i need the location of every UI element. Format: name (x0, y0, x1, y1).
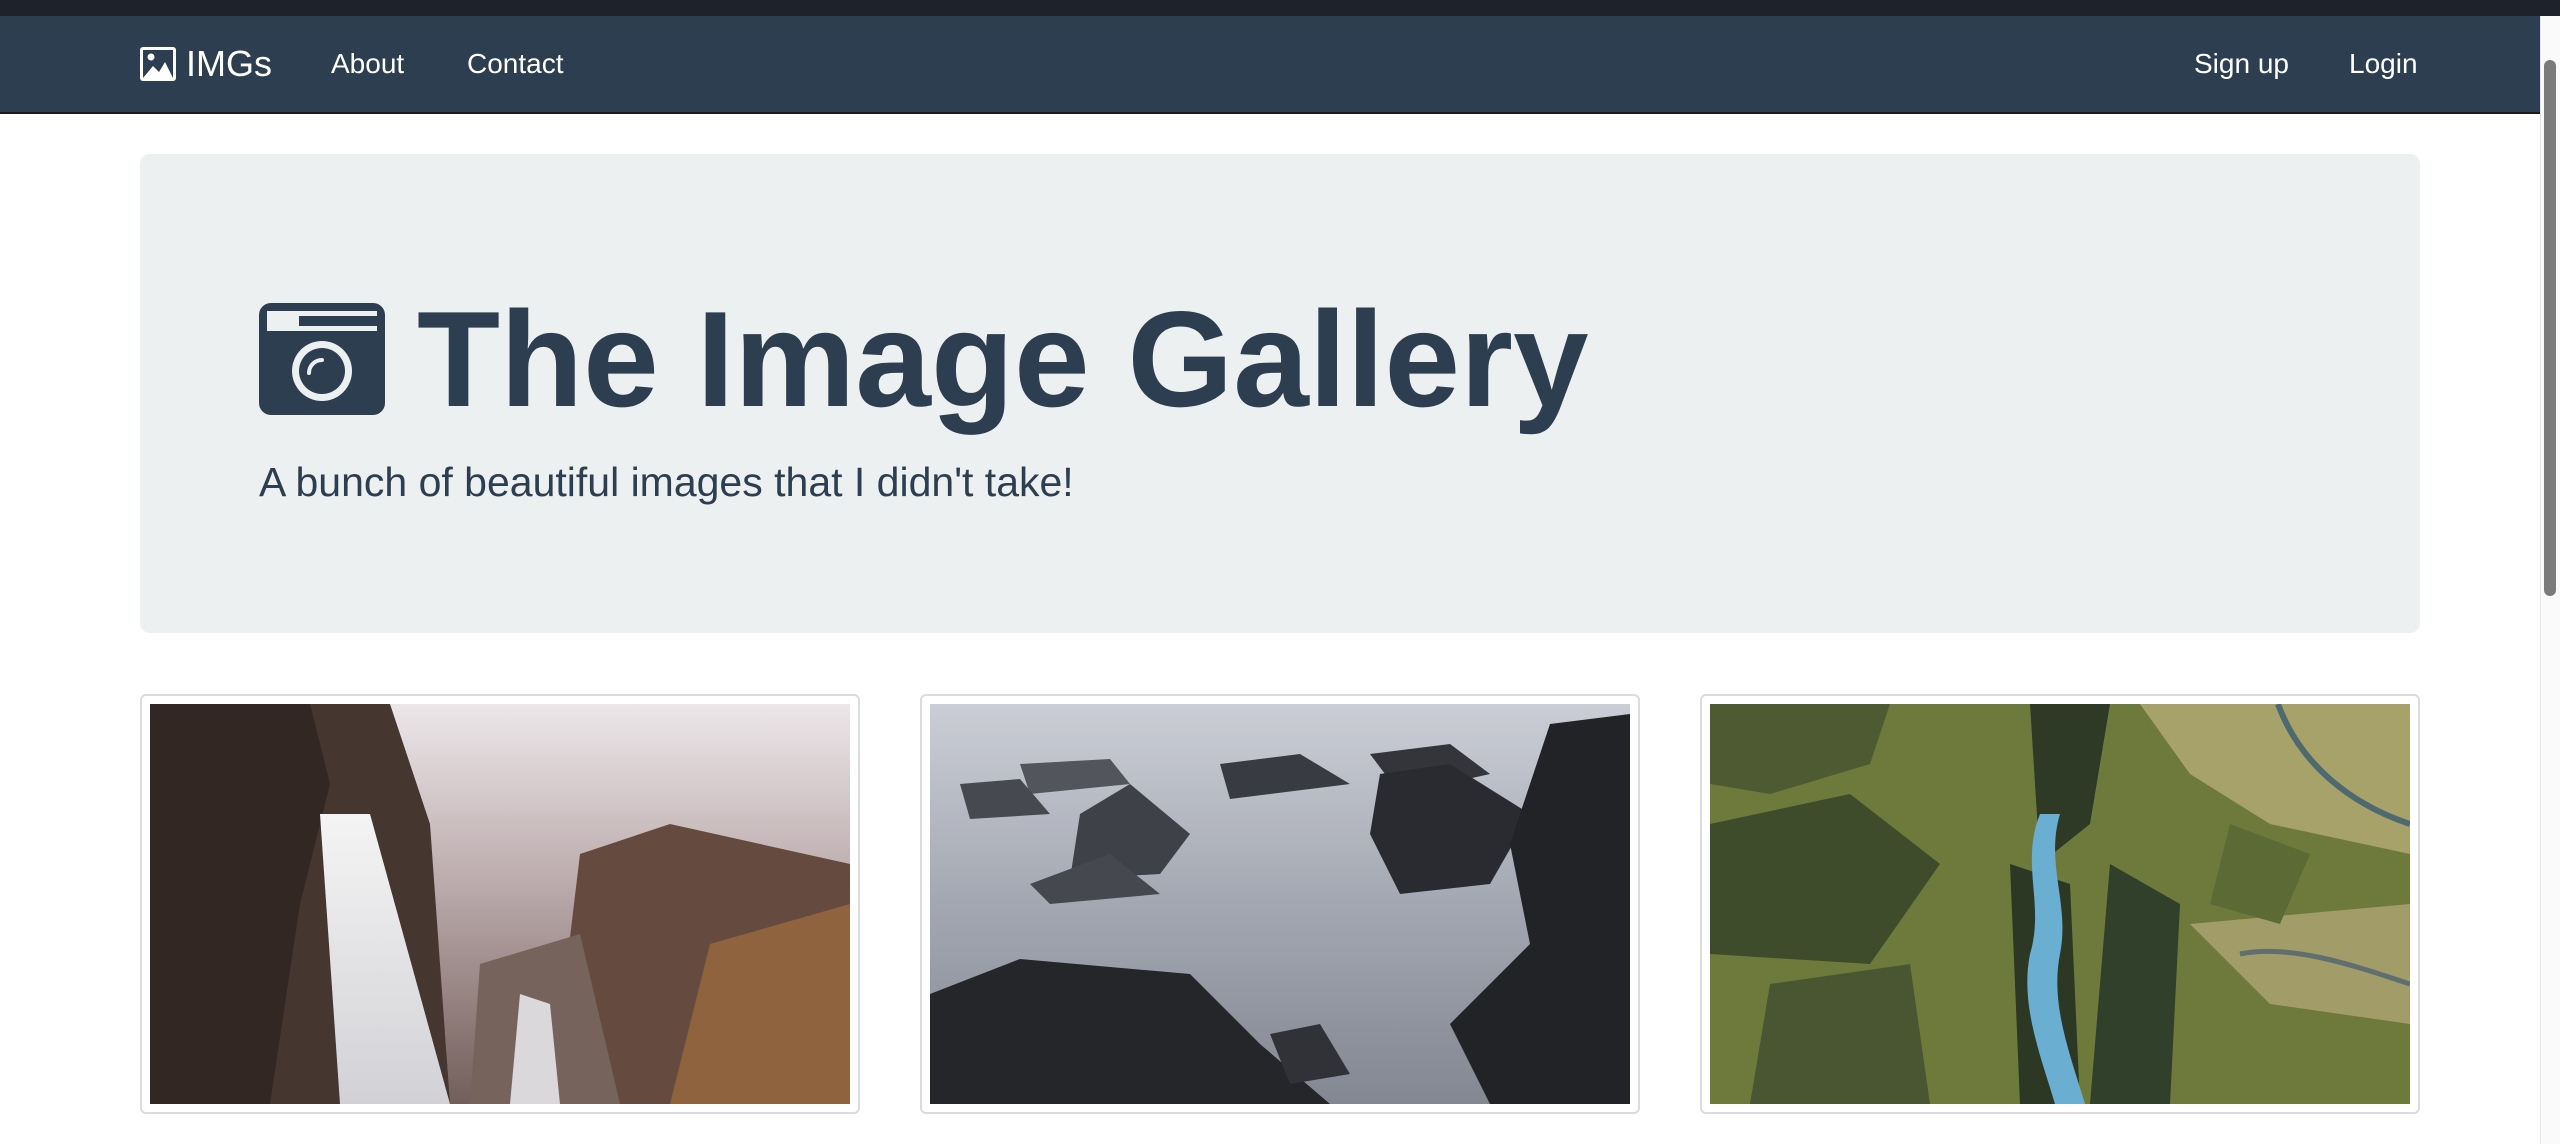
nav-link-signup[interactable]: Sign up (2194, 46, 2289, 82)
nav-link-login[interactable]: Login (2349, 46, 2418, 82)
gallery-thumbnail-3[interactable] (1700, 694, 2420, 1114)
image-icon (140, 47, 176, 81)
misty-rocks-photo (930, 704, 1630, 1104)
brand-label: IMGs (186, 43, 272, 84)
page-title: The Image Gallery (259, 284, 1589, 434)
camera-icon (259, 303, 385, 415)
page-subtitle: A bunch of beautiful images that I didn'… (259, 459, 1074, 505)
waterfall-photo (150, 704, 850, 1104)
nav-link-about[interactable]: About (331, 46, 404, 82)
navbar: IMGs About Contact Sign up Login (0, 16, 2560, 114)
scrollbar-thumb[interactable] (2544, 60, 2556, 596)
navbar-brand[interactable]: IMGs (140, 44, 272, 84)
jumbotron: The Image Gallery A bunch of beautiful i… (140, 154, 2420, 633)
page-title-text: The Image Gallery (417, 283, 1589, 435)
page-scrollbar[interactable] (2540, 16, 2560, 1144)
window-top-strip (0, 0, 2560, 16)
river-canyon-photo (1710, 704, 2410, 1104)
nav-link-contact[interactable]: Contact (467, 46, 564, 82)
gallery-thumbnail-1[interactable] (140, 694, 860, 1114)
gallery-thumbnail-2[interactable] (920, 694, 1640, 1114)
